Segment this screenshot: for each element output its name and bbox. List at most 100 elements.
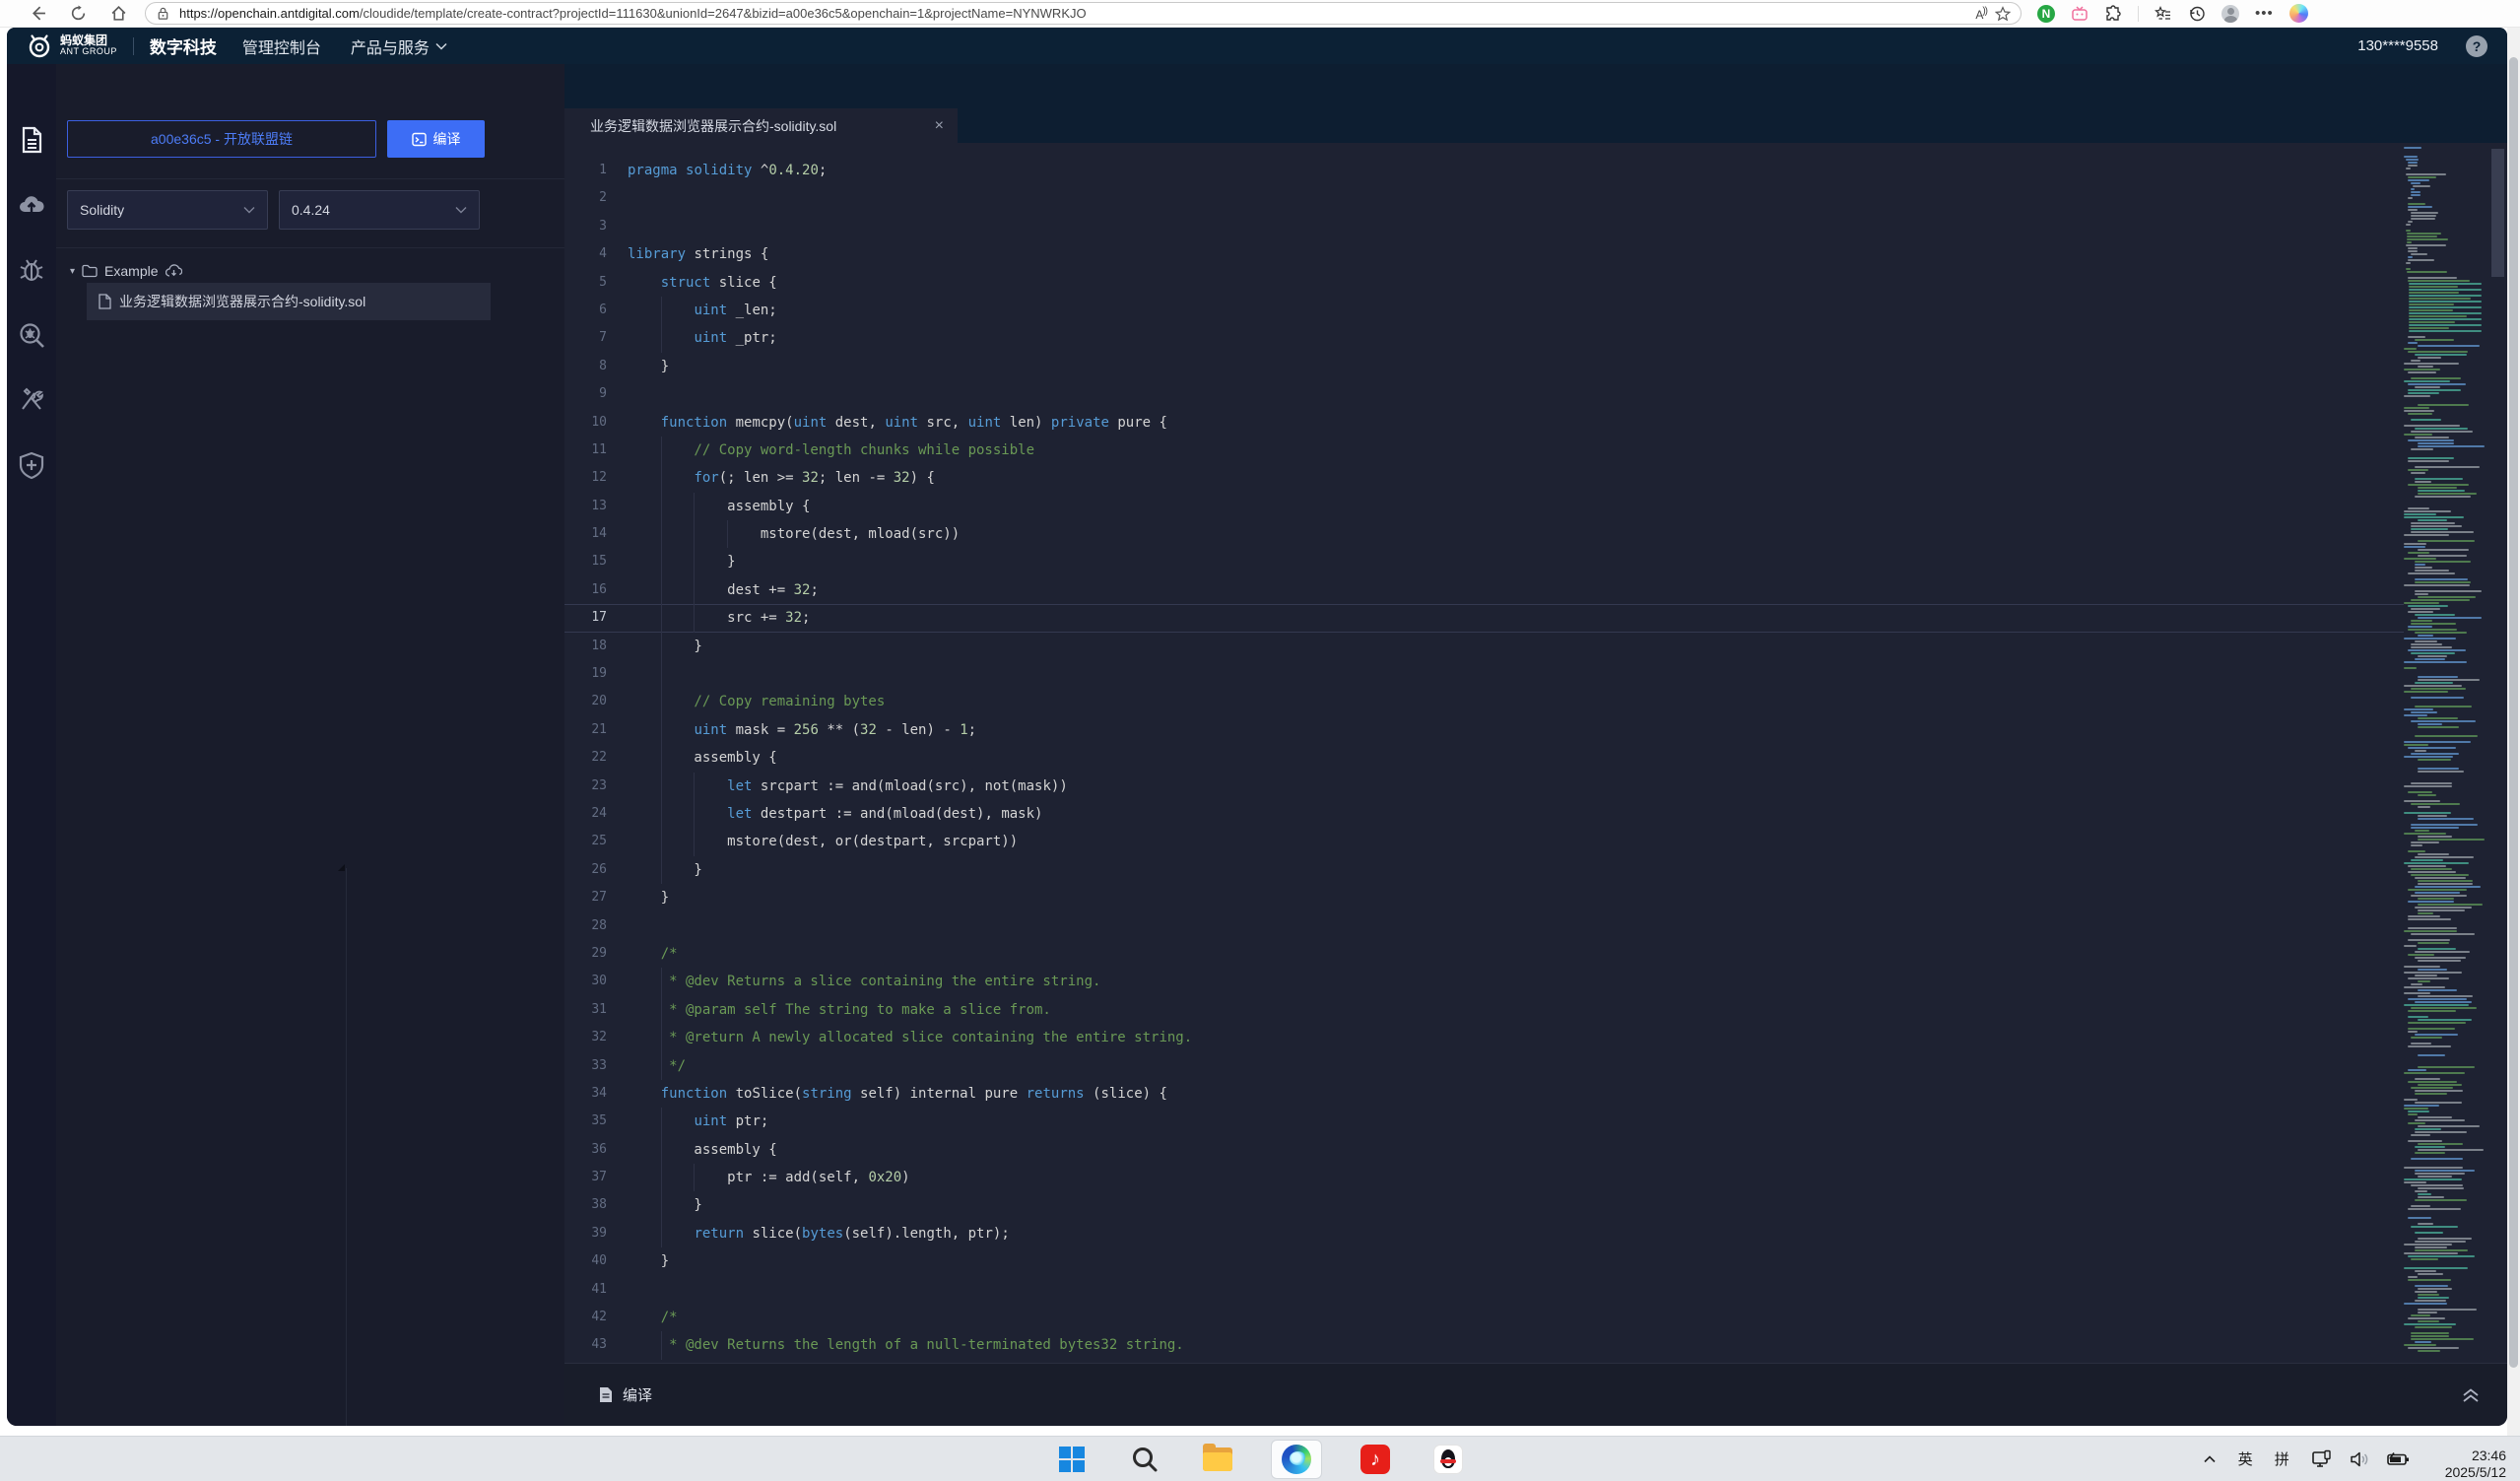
bug-icon[interactable] <box>17 255 46 285</box>
code-line[interactable]: 28 <box>564 912 2404 940</box>
tools-icon[interactable] <box>17 385 46 415</box>
panel-resize-gripper[interactable] <box>338 864 345 871</box>
read-aloud-icon[interactable]: A)) <box>1975 6 1987 22</box>
version-select[interactable]: 0.4.24 <box>279 190 480 230</box>
code-line[interactable]: 4library strings { <box>564 240 2404 268</box>
close-icon[interactable]: × <box>935 117 944 135</box>
code-line[interactable]: 23 let srcpart := and(mload(src), not(ma… <box>564 773 2404 800</box>
code-line[interactable]: 3 <box>564 213 2404 240</box>
speaker-icon[interactable] <box>2349 1448 2370 1470</box>
start-button[interactable] <box>1052 1440 1092 1479</box>
code-line[interactable]: 6 uint _len; <box>564 297 2404 324</box>
code-line[interactable]: 27 } <box>564 884 2404 911</box>
help-icon[interactable]: ? <box>2466 35 2487 57</box>
code-line[interactable]: 33 */ <box>564 1052 2404 1080</box>
code-line[interactable]: 41 <box>564 1276 2404 1304</box>
qq-icon[interactable] <box>1428 1440 1468 1479</box>
profile-avatar[interactable] <box>2222 5 2239 23</box>
file-document-icon[interactable] <box>17 125 46 155</box>
code-line[interactable]: 32 * @return A newly allocated slice con… <box>564 1024 2404 1051</box>
shield-plus-icon[interactable] <box>17 450 46 480</box>
code-line[interactable]: 18 } <box>564 633 2404 660</box>
minimap[interactable] <box>2404 143 2488 1363</box>
code-line[interactable]: 2 <box>564 184 2404 212</box>
cloud-upload-icon[interactable] <box>17 190 46 220</box>
code-line[interactable]: 30 * @dev Returns a slice containing the… <box>564 968 2404 995</box>
nav-products[interactable]: 产品与服务 <box>351 34 447 58</box>
code-line[interactable]: 35 uint ptr; <box>564 1108 2404 1135</box>
code-line[interactable]: 9 <box>564 380 2404 408</box>
editor-scrollbar[interactable] <box>2488 143 2507 1363</box>
code-line[interactable]: 19 <box>564 660 2404 688</box>
code-line[interactable]: 11 // Copy word-length chunks while poss… <box>564 437 2404 464</box>
netease-music-icon[interactable]: ♪ <box>1356 1440 1395 1479</box>
hidden-icons-chevron[interactable] <box>2203 1454 2217 1464</box>
compile-button[interactable]: 编译 <box>387 120 485 158</box>
battery-charging-icon[interactable] <box>2386 1448 2408 1470</box>
code-line[interactable]: 20 // Copy remaining bytes <box>564 688 2404 715</box>
home-icon[interactable] <box>110 5 127 22</box>
code-line[interactable]: 15 } <box>564 548 2404 575</box>
code-line[interactable]: 38 } <box>564 1191 2404 1219</box>
address-bar[interactable]: https://openchain.antdigital.com/cloudid… <box>145 2 2022 25</box>
code-line[interactable]: 17 src += 32; <box>564 604 2404 632</box>
browser-scrollbar-thumb[interactable] <box>2509 57 2518 1368</box>
code-line[interactable]: 16 dest += 32; <box>564 576 2404 604</box>
extensions-puzzle-icon[interactable] <box>2104 5 2122 23</box>
refresh-icon[interactable] <box>70 5 87 22</box>
code-line[interactable]: 25 mstore(dest, or(destpart, srcpart)) <box>564 828 2404 855</box>
code-line[interactable]: 34 function toSlice(string self) interna… <box>564 1080 2404 1108</box>
extension-tv-icon[interactable] <box>2071 5 2089 23</box>
ime-language-pinyin[interactable]: 拼 <box>2275 1448 2289 1469</box>
chain-select-button[interactable]: a00e36c5 - 开放联盟链 <box>67 120 376 158</box>
code-line[interactable]: 12 for(; len >= 32; len -= 32) { <box>564 464 2404 492</box>
history-icon[interactable] <box>2188 5 2206 23</box>
code-line[interactable]: 24 let destpart := and(mload(dest), mask… <box>564 800 2404 828</box>
cloud-download-icon[interactable] <box>166 264 182 278</box>
taskbar-clock[interactable]: 23:46 2025/5/12 <box>2445 1447 2506 1481</box>
nav-console[interactable]: 管理控制台 <box>242 34 321 58</box>
code-line[interactable]: 43 * @dev Returns the length of a null-t… <box>564 1331 2404 1359</box>
compile-status-label[interactable]: 编译 <box>623 1384 652 1405</box>
code-line[interactable]: 26 } <box>564 856 2404 884</box>
code-line[interactable]: 1pragma solidity ^0.4.20; <box>564 157 2404 184</box>
code-line[interactable]: 21 uint mask = 256 ** (32 - len) - 1; <box>564 716 2404 744</box>
monitor-icon[interactable] <box>2311 1448 2333 1470</box>
code-line[interactable]: 31 * @param self The string to make a sl… <box>564 996 2404 1024</box>
code-line[interactable]: 40 } <box>564 1247 2404 1275</box>
ant-group-logo[interactable]: 蚂蚁集团 ANT GROUP <box>27 34 117 59</box>
code-line[interactable]: 22 assembly { <box>564 744 2404 772</box>
code-line[interactable]: 42 /* <box>564 1304 2404 1331</box>
account-phone[interactable]: 130****9558 <box>2357 37 2438 54</box>
browser-scrollbar[interactable] <box>2507 28 2520 1436</box>
editor-tab[interactable]: 业务逻辑数据浏览器展示合约-solidity.sol × <box>564 108 958 143</box>
file-explorer-icon[interactable] <box>1198 1440 1237 1479</box>
code-line[interactable]: 37 ptr := add(self, 0x20) <box>564 1164 2404 1191</box>
tree-file-solidity[interactable]: 业务逻辑数据浏览器展示合约-solidity.sol <box>87 283 491 320</box>
tree-folder-example[interactable]: ▾ Example <box>56 259 564 283</box>
code-line[interactable]: 10 function memcpy(uint dest, uint src, … <box>564 409 2404 437</box>
code-line[interactable]: 7 uint _ptr; <box>564 324 2404 352</box>
language-select[interactable]: Solidity <box>67 190 268 230</box>
code-line[interactable]: 13 assembly { <box>564 493 2404 520</box>
bug-scan-icon[interactable] <box>17 320 46 350</box>
code-line[interactable]: 5 struct slice { <box>564 269 2404 297</box>
lock-icon[interactable] <box>156 6 171 22</box>
back-icon[interactable] <box>30 5 46 22</box>
code-line[interactable]: 14 mstore(dest, mload(src)) <box>564 520 2404 548</box>
edge-browser-icon[interactable] <box>1271 1440 1322 1479</box>
code-line[interactable]: 36 assembly { <box>564 1136 2404 1164</box>
ime-language-en[interactable]: 英 <box>2238 1448 2253 1469</box>
code-line[interactable]: 29 /* <box>564 940 2404 968</box>
code-editor-area[interactable]: 1pragma solidity ^0.4.20;234library stri… <box>564 143 2507 1363</box>
code-line[interactable]: 39 return slice(bytes(self).length, ptr)… <box>564 1220 2404 1247</box>
caret-down-icon[interactable]: ▾ <box>70 266 75 277</box>
code-line[interactable]: 8 } <box>564 353 2404 380</box>
search-icon[interactable] <box>1125 1440 1164 1479</box>
copilot-icon[interactable] <box>2289 4 2308 23</box>
chevron-up-double-icon[interactable] <box>2460 1386 2482 1404</box>
more-dots-icon[interactable]: ••• <box>2255 5 2274 22</box>
favorite-star-icon[interactable] <box>1995 6 2011 22</box>
editor-scrollbar-thumb[interactable] <box>2491 149 2504 277</box>
extension-n-icon[interactable]: N <box>2037 5 2055 23</box>
